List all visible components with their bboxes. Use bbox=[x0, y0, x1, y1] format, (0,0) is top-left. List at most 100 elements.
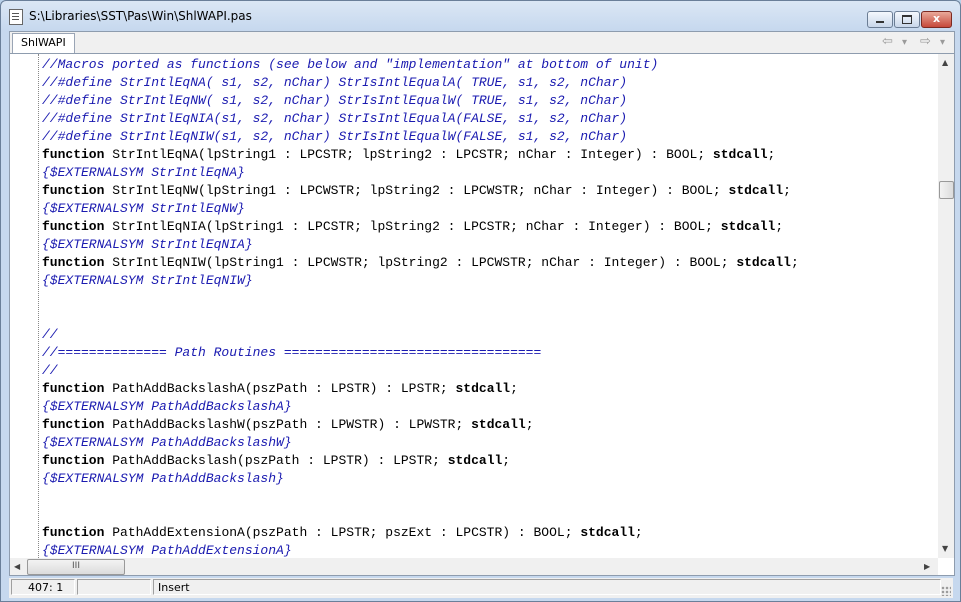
code-line[interactable]: {$EXTERNALSYM PathAddBackslash} bbox=[42, 470, 938, 488]
code-comment: //============== Path Routines =========… bbox=[42, 345, 542, 360]
code-comment: {$EXTERNALSYM StrIntlEqNW} bbox=[42, 201, 245, 216]
code-line[interactable]: function PathAddBackslashA(pszPath : LPS… bbox=[42, 380, 938, 398]
code-comment: //#define StrIntlEqNIW(s1, s2, nChar) St… bbox=[42, 129, 628, 144]
code-line[interactable]: function StrIntlEqNW(lpString1 : LPCWSTR… bbox=[42, 182, 938, 200]
code-text: ; bbox=[502, 453, 511, 468]
code-comment: {$EXTERNALSYM PathAddBackslashA} bbox=[42, 399, 292, 414]
tab-shlwapi[interactable]: ShlWAPI bbox=[12, 33, 75, 54]
code-text: ; bbox=[634, 525, 643, 540]
scroll-right-icon[interactable]: ▶ bbox=[924, 562, 930, 571]
code-line[interactable]: function StrIntlEqNA(lpString1 : LPCSTR;… bbox=[42, 146, 938, 164]
code-line[interactable]: //#define StrIntlEqNIW(s1, s2, nChar) St… bbox=[42, 128, 938, 146]
code-text: PathAddBackslashW(pszPath : LPWSTR) : LP… bbox=[104, 417, 472, 432]
code-keyword: function bbox=[42, 453, 105, 468]
code-comment: {$EXTERNALSYM PathAddBackslashW} bbox=[42, 435, 292, 450]
code-keyword: stdcall bbox=[720, 219, 776, 234]
back-dropdown-icon[interactable]: ▾ bbox=[902, 37, 907, 48]
horizontal-scrollbar[interactable]: ◀ III ▶ bbox=[10, 558, 938, 575]
code-keyword: stdcall bbox=[712, 147, 768, 162]
code-comment: //Macros ported as functions (see below … bbox=[42, 57, 659, 72]
minimize-icon bbox=[876, 21, 884, 23]
forward-arrow-icon[interactable]: ⇨ bbox=[920, 34, 931, 49]
cursor-position: 407: 1 bbox=[11, 579, 75, 595]
window-title: S:\Libraries\SST\Pas\Win\ShlWAPI.pas bbox=[29, 9, 252, 23]
code-area[interactable]: //Macros ported as functions (see below … bbox=[42, 56, 938, 558]
code-text: ; bbox=[783, 183, 791, 198]
code-keyword: stdcall bbox=[736, 255, 791, 270]
tab-bar: ShlWAPI ⇦ ▾ ⇨ ▾ bbox=[9, 31, 955, 54]
code-keyword: function bbox=[42, 183, 105, 198]
code-line[interactable]: //============== Path Routines =========… bbox=[42, 344, 938, 362]
status-bar: 407: 1 Insert bbox=[9, 578, 953, 598]
maximize-icon bbox=[902, 15, 912, 24]
code-line[interactable]: function StrIntlEqNIA(lpString1 : LPCSTR… bbox=[42, 218, 938, 236]
code-line[interactable]: //Macros ported as functions (see below … bbox=[42, 56, 938, 74]
code-keyword: stdcall bbox=[728, 183, 784, 198]
code-comment: //#define StrIntlEqNIA(s1, s2, nChar) St… bbox=[42, 111, 628, 126]
scroll-up-icon[interactable]: ▲ bbox=[942, 58, 948, 67]
code-comment: {$EXTERNALSYM PathAddExtensionA} bbox=[42, 543, 292, 558]
code-line[interactable]: {$EXTERNALSYM PathAddExtensionA} bbox=[42, 542, 938, 558]
code-keyword: stdcall bbox=[447, 453, 503, 468]
code-comment: // bbox=[42, 363, 58, 378]
code-text: ; bbox=[767, 147, 776, 162]
code-text: StrIntlEqNA(lpString1 : LPCSTR; lpString… bbox=[104, 147, 713, 162]
code-line[interactable] bbox=[42, 290, 938, 308]
code-keyword: function bbox=[42, 219, 105, 234]
scroll-down-icon[interactable]: ▼ bbox=[942, 544, 948, 553]
code-text: PathAddBackslash(pszPath : LPSTR) : LPST… bbox=[104, 453, 448, 468]
code-line[interactable]: //#define StrIntlEqNW( s1, s2, nChar) St… bbox=[42, 92, 938, 110]
code-line[interactable]: {$EXTERNALSYM StrIntlEqNA} bbox=[42, 164, 938, 182]
code-line[interactable]: function PathAddBackslashW(pszPath : LPW… bbox=[42, 416, 938, 434]
code-line[interactable]: {$EXTERNALSYM StrIntlEqNIA} bbox=[42, 236, 938, 254]
vertical-scroll-thumb[interactable] bbox=[939, 181, 954, 199]
code-editor[interactable]: //Macros ported as functions (see below … bbox=[9, 53, 955, 576]
code-text: ; bbox=[775, 219, 784, 234]
code-comment: {$EXTERNALSYM StrIntlEqNA} bbox=[42, 165, 245, 180]
code-line[interactable]: {$EXTERNALSYM StrIntlEqNW} bbox=[42, 200, 938, 218]
code-comment: //#define StrIntlEqNW( s1, s2, nChar) St… bbox=[42, 93, 628, 108]
forward-dropdown-icon[interactable]: ▾ bbox=[940, 37, 945, 48]
title-bar[interactable]: S:\Libraries\SST\Pas\Win\ShlWAPI.pas x bbox=[1, 1, 960, 31]
document-icon bbox=[9, 9, 23, 25]
code-line[interactable]: {$EXTERNALSYM PathAddBackslashA} bbox=[42, 398, 938, 416]
code-line[interactable]: // bbox=[42, 362, 938, 380]
back-arrow-icon[interactable]: ⇦ bbox=[882, 34, 893, 49]
code-text: StrIntlEqNIA(lpString1 : LPCSTR; lpStrin… bbox=[104, 219, 721, 234]
code-line[interactable]: function PathAddExtensionA(pszPath : LPS… bbox=[42, 524, 938, 542]
code-line[interactable] bbox=[42, 506, 938, 524]
code-keyword: stdcall bbox=[471, 417, 526, 432]
code-text: ; bbox=[525, 417, 534, 432]
resize-grip-icon[interactable] bbox=[941, 586, 951, 596]
code-comment: {$EXTERNALSYM StrIntlEqNIW} bbox=[42, 273, 253, 288]
code-keyword: function bbox=[42, 147, 105, 162]
scroll-left-icon[interactable]: ◀ bbox=[14, 562, 20, 571]
code-keyword: stdcall bbox=[580, 525, 635, 540]
code-line[interactable]: {$EXTERNALSYM StrIntlEqNIW} bbox=[42, 272, 938, 290]
code-line[interactable]: function StrIntlEqNIW(lpString1 : LPCWST… bbox=[42, 254, 938, 272]
code-keyword: function bbox=[42, 417, 105, 432]
code-line[interactable]: //#define StrIntlEqNA( s1, s2, nChar) St… bbox=[42, 74, 938, 92]
close-icon: x bbox=[932, 12, 941, 25]
code-comment: //#define StrIntlEqNA( s1, s2, nChar) St… bbox=[42, 75, 628, 90]
code-keyword: function bbox=[42, 525, 105, 540]
code-text: StrIntlEqNIW(lpString1 : LPCWSTR; lpStri… bbox=[104, 255, 737, 270]
modified-indicator bbox=[77, 579, 151, 595]
code-line[interactable]: function PathAddBackslash(pszPath : LPST… bbox=[42, 452, 938, 470]
code-keyword: stdcall bbox=[455, 381, 511, 396]
code-comment: // bbox=[42, 327, 58, 342]
maximize-button[interactable] bbox=[894, 11, 920, 28]
code-comment: {$EXTERNALSYM PathAddBackslash} bbox=[42, 471, 284, 486]
code-line[interactable] bbox=[42, 488, 938, 506]
code-line[interactable] bbox=[42, 308, 938, 326]
code-text: PathAddExtensionA(pszPath : LPSTR; pszEx… bbox=[104, 525, 581, 540]
insert-mode: Insert bbox=[153, 579, 941, 595]
code-line[interactable]: {$EXTERNALSYM PathAddBackslashW} bbox=[42, 434, 938, 452]
code-line[interactable]: // bbox=[42, 326, 938, 344]
minimize-button[interactable] bbox=[867, 11, 893, 28]
code-line[interactable]: //#define StrIntlEqNIA(s1, s2, nChar) St… bbox=[42, 110, 938, 128]
code-text: ; bbox=[510, 381, 518, 396]
close-button[interactable]: x bbox=[921, 11, 952, 28]
horizontal-scroll-thumb[interactable]: III bbox=[27, 559, 125, 575]
vertical-scrollbar[interactable]: ▲ ▼ bbox=[938, 54, 954, 558]
